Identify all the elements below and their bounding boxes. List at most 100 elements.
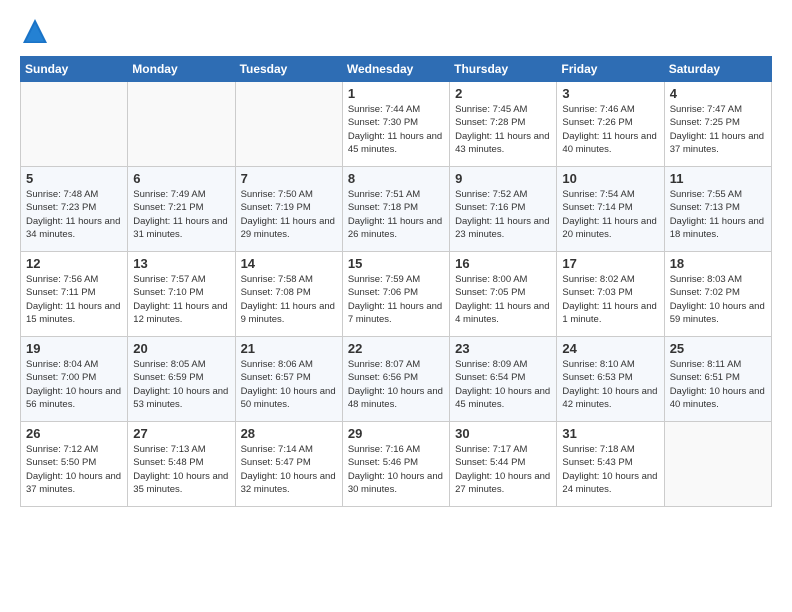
day-number: 26 bbox=[26, 426, 122, 441]
calendar-cell: 14 Sunrise: 7:58 AM Sunset: 7:08 PM Dayli… bbox=[235, 252, 342, 337]
day-number: 25 bbox=[670, 341, 766, 356]
day-info: Sunrise: 8:00 AM Sunset: 7:05 PM Dayligh… bbox=[455, 273, 551, 326]
day-info: Sunrise: 7:52 AM Sunset: 7:16 PM Dayligh… bbox=[455, 188, 551, 241]
day-info: Sunrise: 7:44 AM Sunset: 7:30 PM Dayligh… bbox=[348, 103, 444, 156]
calendar-cell: 31 Sunrise: 7:18 AM Sunset: 5:43 PM Dayli… bbox=[557, 422, 664, 507]
day-info: Sunrise: 8:02 AM Sunset: 7:03 PM Dayligh… bbox=[562, 273, 658, 326]
day-info: Sunrise: 7:54 AM Sunset: 7:14 PM Dayligh… bbox=[562, 188, 658, 241]
calendar-cell: 24 Sunrise: 8:10 AM Sunset: 6:53 PM Dayli… bbox=[557, 337, 664, 422]
calendar-cell bbox=[128, 82, 235, 167]
day-number: 18 bbox=[670, 256, 766, 271]
day-number: 22 bbox=[348, 341, 444, 356]
day-number: 31 bbox=[562, 426, 658, 441]
calendar-cell: 5 Sunrise: 7:48 AM Sunset: 7:23 PM Daylig… bbox=[21, 167, 128, 252]
header-row: SundayMondayTuesdayWednesdayThursdayFrid… bbox=[21, 57, 772, 82]
calendar-cell bbox=[21, 82, 128, 167]
day-number: 15 bbox=[348, 256, 444, 271]
day-info: Sunrise: 7:16 AM Sunset: 5:46 PM Dayligh… bbox=[348, 443, 444, 496]
day-info: Sunrise: 7:46 AM Sunset: 7:26 PM Dayligh… bbox=[562, 103, 658, 156]
day-number: 1 bbox=[348, 86, 444, 101]
col-header-friday: Friday bbox=[557, 57, 664, 82]
calendar-cell: 23Sunrise: 8:09 AM Sunset: 6:54 PM Dayli… bbox=[450, 337, 557, 422]
calendar-cell: 2Sunrise: 7:45 AM Sunset: 7:28 PM Daylig… bbox=[450, 82, 557, 167]
day-number: 23 bbox=[455, 341, 551, 356]
calendar-cell: 19Sunrise: 8:04 AM Sunset: 7:00 PM Dayli… bbox=[21, 337, 128, 422]
week-row-3: 12 Sunrise: 7:56 AM Sunset: 7:11 PM Dayli… bbox=[21, 252, 772, 337]
day-info: Sunrise: 7:45 AM Sunset: 7:28 PM Dayligh… bbox=[455, 103, 551, 156]
day-info: Sunrise: 7:56 AM Sunset: 7:11 PM Dayligh… bbox=[26, 273, 122, 326]
week-row-1: 1 Sunrise: 7:44 AM Sunset: 7:30 PM Daylig… bbox=[21, 82, 772, 167]
day-info: Sunrise: 7:14 AM Sunset: 5:47 PM Dayligh… bbox=[241, 443, 337, 496]
day-number: 4 bbox=[670, 86, 766, 101]
logo-icon bbox=[20, 16, 50, 46]
week-row-5: 26Sunrise: 7:12 AM Sunset: 5:50 PM Dayli… bbox=[21, 422, 772, 507]
calendar-cell: 3 Sunrise: 7:46 AM Sunset: 7:26 PM Daylig… bbox=[557, 82, 664, 167]
day-number: 20 bbox=[133, 341, 229, 356]
page: SundayMondayTuesdayWednesdayThursdayFrid… bbox=[0, 0, 792, 517]
calendar-cell: 22 Sunrise: 8:07 AM Sunset: 6:56 PM Dayli… bbox=[342, 337, 449, 422]
calendar-cell: 12 Sunrise: 7:56 AM Sunset: 7:11 PM Dayli… bbox=[21, 252, 128, 337]
logo bbox=[20, 16, 52, 46]
calendar-cell: 27 Sunrise: 7:13 AM Sunset: 5:48 PM Dayli… bbox=[128, 422, 235, 507]
day-number: 11 bbox=[670, 171, 766, 186]
calendar-cell: 28 Sunrise: 7:14 AM Sunset: 5:47 PM Dayli… bbox=[235, 422, 342, 507]
day-number: 12 bbox=[26, 256, 122, 271]
day-info: Sunrise: 8:11 AM Sunset: 6:51 PM Dayligh… bbox=[670, 358, 766, 411]
day-info: Sunrise: 7:17 AM Sunset: 5:44 PM Dayligh… bbox=[455, 443, 551, 496]
col-header-monday: Monday bbox=[128, 57, 235, 82]
calendar-cell: 21Sunrise: 8:06 AM Sunset: 6:57 PM Dayli… bbox=[235, 337, 342, 422]
day-number: 10 bbox=[562, 171, 658, 186]
calendar-cell: 20 Sunrise: 8:05 AM Sunset: 6:59 PM Dayli… bbox=[128, 337, 235, 422]
day-number: 27 bbox=[133, 426, 229, 441]
calendar-cell: 7 Sunrise: 7:50 AM Sunset: 7:19 PM Daylig… bbox=[235, 167, 342, 252]
calendar-cell: 9Sunrise: 7:52 AM Sunset: 7:16 PM Daylig… bbox=[450, 167, 557, 252]
day-number: 17 bbox=[562, 256, 658, 271]
calendar-cell: 11 Sunrise: 7:55 AM Sunset: 7:13 PM Dayli… bbox=[664, 167, 771, 252]
day-info: Sunrise: 8:07 AM Sunset: 6:56 PM Dayligh… bbox=[348, 358, 444, 411]
day-number: 29 bbox=[348, 426, 444, 441]
day-number: 14 bbox=[241, 256, 337, 271]
day-info: Sunrise: 8:03 AM Sunset: 7:02 PM Dayligh… bbox=[670, 273, 766, 326]
header bbox=[20, 16, 772, 46]
calendar-cell bbox=[664, 422, 771, 507]
calendar-cell: 25 Sunrise: 8:11 AM Sunset: 6:51 PM Dayli… bbox=[664, 337, 771, 422]
calendar-table: SundayMondayTuesdayWednesdayThursdayFrid… bbox=[20, 56, 772, 507]
day-info: Sunrise: 7:50 AM Sunset: 7:19 PM Dayligh… bbox=[241, 188, 337, 241]
day-number: 3 bbox=[562, 86, 658, 101]
calendar-cell: 16 Sunrise: 8:00 AM Sunset: 7:05 PM Dayli… bbox=[450, 252, 557, 337]
day-number: 24 bbox=[562, 341, 658, 356]
day-number: 28 bbox=[241, 426, 337, 441]
calendar-cell: 6 Sunrise: 7:49 AM Sunset: 7:21 PM Daylig… bbox=[128, 167, 235, 252]
calendar-cell: 13Sunrise: 7:57 AM Sunset: 7:10 PM Dayli… bbox=[128, 252, 235, 337]
day-number: 30 bbox=[455, 426, 551, 441]
day-info: Sunrise: 7:48 AM Sunset: 7:23 PM Dayligh… bbox=[26, 188, 122, 241]
col-header-sunday: Sunday bbox=[21, 57, 128, 82]
day-info: Sunrise: 7:59 AM Sunset: 7:06 PM Dayligh… bbox=[348, 273, 444, 326]
calendar-cell: 30 Sunrise: 7:17 AM Sunset: 5:44 PM Dayli… bbox=[450, 422, 557, 507]
day-info: Sunrise: 7:58 AM Sunset: 7:08 PM Dayligh… bbox=[241, 273, 337, 326]
day-info: Sunrise: 8:05 AM Sunset: 6:59 PM Dayligh… bbox=[133, 358, 229, 411]
day-number: 5 bbox=[26, 171, 122, 186]
day-number: 16 bbox=[455, 256, 551, 271]
day-info: Sunrise: 7:18 AM Sunset: 5:43 PM Dayligh… bbox=[562, 443, 658, 496]
day-info: Sunrise: 7:49 AM Sunset: 7:21 PM Dayligh… bbox=[133, 188, 229, 241]
day-info: Sunrise: 7:55 AM Sunset: 7:13 PM Dayligh… bbox=[670, 188, 766, 241]
day-info: Sunrise: 7:51 AM Sunset: 7:18 PM Dayligh… bbox=[348, 188, 444, 241]
calendar-cell bbox=[235, 82, 342, 167]
calendar-cell: 15 Sunrise: 7:59 AM Sunset: 7:06 PM Dayli… bbox=[342, 252, 449, 337]
day-number: 7 bbox=[241, 171, 337, 186]
calendar-cell: 29 Sunrise: 7:16 AM Sunset: 5:46 PM Dayli… bbox=[342, 422, 449, 507]
col-header-wednesday: Wednesday bbox=[342, 57, 449, 82]
day-info: Sunrise: 7:47 AM Sunset: 7:25 PM Dayligh… bbox=[670, 103, 766, 156]
day-number: 21 bbox=[241, 341, 337, 356]
calendar-cell: 10 Sunrise: 7:54 AM Sunset: 7:14 PM Dayli… bbox=[557, 167, 664, 252]
col-header-tuesday: Tuesday bbox=[235, 57, 342, 82]
day-info: Sunrise: 8:10 AM Sunset: 6:53 PM Dayligh… bbox=[562, 358, 658, 411]
day-number: 6 bbox=[133, 171, 229, 186]
day-info: Sunrise: 7:13 AM Sunset: 5:48 PM Dayligh… bbox=[133, 443, 229, 496]
calendar-cell: 1 Sunrise: 7:44 AM Sunset: 7:30 PM Daylig… bbox=[342, 82, 449, 167]
calendar-cell: 4 Sunrise: 7:47 AM Sunset: 7:25 PM Daylig… bbox=[664, 82, 771, 167]
day-number: 8 bbox=[348, 171, 444, 186]
calendar-cell: 26Sunrise: 7:12 AM Sunset: 5:50 PM Dayli… bbox=[21, 422, 128, 507]
week-row-2: 5 Sunrise: 7:48 AM Sunset: 7:23 PM Daylig… bbox=[21, 167, 772, 252]
